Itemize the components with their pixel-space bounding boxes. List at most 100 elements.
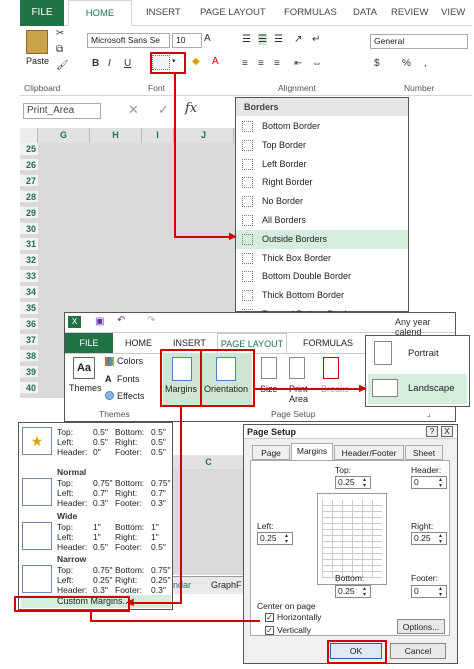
row-header[interactable]: 31 [20,238,38,251]
horizontally-checkbox[interactable]: ✓ [265,613,274,622]
bottom-spinner[interactable]: 0.25 [335,585,371,598]
pl-tab-home[interactable]: HOME [125,338,152,348]
name-box[interactable]: Print_Area [23,103,101,119]
sheet-tab-graph[interactable]: GraphF [211,580,242,590]
column-header-c[interactable]: C [173,455,245,469]
fonts-button[interactable]: Fonts [117,374,140,384]
borders-menu-item[interactable]: Top Border [236,136,408,155]
align-center-icon[interactable]: ≡ [258,58,264,69]
row-header[interactable]: 30 [20,222,38,235]
help-button[interactable]: ? [426,426,438,437]
size-icon[interactable] [261,357,277,379]
orientation-landscape-item[interactable]: Landscape [368,374,467,404]
row-header[interactable]: 38 [20,349,38,363]
confirm-entry-icon[interactable]: ✓ [158,102,169,118]
ps-tab-page[interactable]: Page [252,445,290,460]
font-name-select[interactable]: Microsoft Sans Se [87,33,170,48]
pl-tab-file[interactable]: FILE [65,333,113,353]
orientation-portrait[interactable]: Portrait [408,348,439,359]
merge-center-icon[interactable]: ⇔ [312,58,322,69]
undo-icon[interactable]: ↶ [117,315,125,326]
borders-menu-item[interactable]: No Border [236,192,408,211]
margin-preset-icon[interactable]: ★ [22,427,52,455]
colors-button[interactable]: Colors [117,356,143,366]
currency-button[interactable]: $ [374,58,380,69]
column-header-i[interactable]: I [142,128,174,143]
ps-tab-margins[interactable]: Margins [291,443,333,461]
format-painter-icon[interactable]: 🖌 [56,60,69,71]
print-area-icon[interactable] [289,357,305,379]
breaks-icon[interactable] [323,357,339,379]
margin-preset-icon[interactable] [22,565,52,593]
wrap-text-icon[interactable]: ↵ [312,34,320,45]
decrease-indent-icon[interactable]: ⇤ [294,58,302,69]
column-header-g[interactable]: G [38,128,90,143]
paste-button[interactable]: Paste [26,56,49,66]
borders-menu-item[interactable]: Thick Bottom Border [236,286,408,305]
italic-button[interactable]: I [108,58,111,69]
orientation-text-icon[interactable]: ↗ [294,34,302,45]
left-spinner[interactable]: 0.25 [257,532,293,545]
tab-page-layout[interactable]: PAGE LAYOUT [200,7,266,18]
cancel-button[interactable]: Cancel [390,643,446,659]
margin-preset-icon[interactable] [22,478,52,506]
vertically-checkbox[interactable]: ✓ [265,626,274,635]
comma-button[interactable]: , [424,58,427,69]
align-right-icon[interactable]: ≡ [274,58,280,69]
underline-button[interactable]: U [124,58,131,69]
borders-menu-item[interactable]: Left Border [236,155,408,174]
row-header[interactable]: 29 [20,206,38,220]
row-header[interactable]: 33 [20,270,38,283]
select-all-corner[interactable] [20,128,38,143]
tab-data[interactable]: DATA [353,7,377,18]
font-color-icon[interactable]: A [212,56,219,67]
footer-spinner[interactable]: 0 [411,585,447,598]
pl-tab-insert[interactable]: INSERT [173,338,206,348]
tab-formulas[interactable]: FORMULAS [284,7,337,18]
pl-tab-formulas[interactable]: FORMULAS [303,338,353,348]
close-button[interactable]: X [441,426,453,437]
print-area-button[interactable]: Print Area [289,384,315,404]
tab-file[interactable]: FILE [20,0,64,26]
row-header[interactable]: 37 [20,333,38,347]
header-spinner[interactable]: 0 [411,476,447,489]
cut-icon[interactable]: ✂ [56,28,64,39]
row-header[interactable]: 26 [20,158,38,172]
bold-button[interactable]: B [92,58,99,69]
percent-button[interactable]: % [402,58,411,69]
column-header-h[interactable]: H [90,128,142,143]
borders-menu-item[interactable]: Bottom Double Border [236,267,408,286]
insert-function-button[interactable]: fx [185,101,197,116]
borders-menu-item[interactable]: Thick Box Border [236,249,408,268]
column-header-j[interactable]: J [174,128,234,143]
tab-view[interactable]: VIEW [441,7,465,18]
row-header[interactable]: 27 [20,174,38,188]
cancel-entry-icon[interactable]: ✕ [128,102,139,118]
fill-color-icon[interactable]: ◆ [192,56,200,67]
sheet-tab-calendar[interactable]: ndar [173,580,191,590]
paste-icon[interactable] [26,30,48,54]
row-header[interactable]: 36 [20,317,38,331]
page-setup-launcher-icon[interactable]: ⌟ [427,409,431,418]
borders-menu-item[interactable]: Outside Borders [236,229,408,249]
number-format-select[interactable]: General [370,34,468,49]
ps-tab-header-footer[interactable]: Header/Footer [334,445,404,460]
effects-button[interactable]: Effects [117,391,144,401]
row-header[interactable]: 34 [20,286,38,299]
bottom-align-icon[interactable]: ☰ [274,34,283,45]
ps-tab-sheet[interactable]: Sheet [405,445,443,460]
themes-button[interactable]: Themes [69,383,102,393]
middle-align-icon[interactable]: ☰ [258,34,267,45]
tab-review[interactable]: REVIEW [391,7,428,18]
top-spinner[interactable]: 0.25 [335,476,371,489]
copy-icon[interactable]: ⧉ [56,44,63,55]
redo-icon[interactable]: ↷ [147,315,155,326]
margin-preset-icon[interactable] [22,522,52,550]
grow-font-icon[interactable]: A [204,33,211,44]
save-icon[interactable]: ▣ [95,316,104,327]
row-header[interactable]: 35 [20,302,38,315]
row-header[interactable]: 28 [20,190,38,204]
borders-menu-item[interactable]: All Borders [236,211,408,230]
tab-home[interactable]: HOME [68,0,132,26]
font-size-select[interactable]: 10 [172,33,202,48]
